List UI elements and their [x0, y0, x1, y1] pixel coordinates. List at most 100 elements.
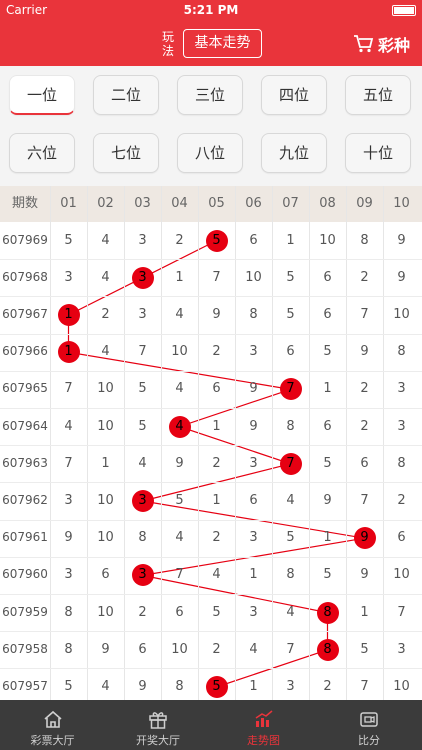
- status-time: 5:21 PM: [183, 3, 239, 17]
- table-cell: 8: [249, 307, 258, 322]
- tab-bar: 彩票大厅 开奖大厅 走势图 比分: [0, 700, 422, 750]
- hit-ball: 5: [205, 676, 228, 698]
- row-divider: [0, 259, 422, 261]
- table-cell: 4: [286, 493, 295, 508]
- table-cell: 10: [97, 493, 114, 508]
- tab-chart[interactable]: 走势图: [211, 700, 316, 750]
- table-cell: 5: [323, 567, 332, 583]
- trend-line: [67, 240, 365, 688]
- table-cell: 9: [397, 232, 406, 248]
- table-cell: 7: [138, 344, 147, 360]
- table-cell: 5: [286, 530, 295, 546]
- row-divider: [0, 482, 422, 484]
- basic-trend-button[interactable]: 基本走势: [183, 29, 262, 58]
- position-button-4[interactable]: 四位: [261, 75, 327, 115]
- issue-number: 607963: [2, 455, 48, 470]
- table-cell: 8: [286, 567, 295, 583]
- table-cell: 5: [138, 418, 147, 434]
- issue-number: 607959: [2, 604, 48, 619]
- lottery-type-button[interactable]: 彩种: [353, 32, 410, 56]
- table-cell: 10: [319, 232, 336, 248]
- position-button-5[interactable]: 五位: [345, 75, 411, 115]
- position-button-3[interactable]: 三位: [177, 75, 243, 115]
- hit-ball: 3: [131, 490, 154, 512]
- battery-icon: [392, 5, 416, 16]
- hit-ball: 1: [57, 304, 80, 326]
- table-cell: 8: [286, 418, 295, 434]
- table-cell: 2: [101, 307, 110, 322]
- table-cell: 8: [360, 232, 369, 248]
- tab-gift[interactable]: 开奖大厅: [106, 700, 211, 750]
- table-cell: 4: [101, 344, 110, 360]
- position-button-9[interactable]: 九位: [261, 133, 327, 173]
- table-cell: 4: [175, 307, 184, 322]
- table-cell: 7: [360, 679, 369, 694]
- table-cell: 7: [212, 269, 221, 285]
- table-cell: 3: [397, 641, 406, 657]
- position-selector: 一位 二位 三位 四位 五位六位 七位 八位 九位 十位: [0, 66, 422, 186]
- row-divider: [0, 519, 422, 521]
- hit-ball: 3: [131, 266, 154, 289]
- table-cell: 6: [249, 232, 258, 248]
- play-mode-button[interactable]: 玩法: [161, 30, 175, 58]
- table-cell: 6: [175, 604, 184, 620]
- position-button-7[interactable]: 七位: [93, 133, 159, 173]
- table-cell: 1: [323, 381, 332, 397]
- table-cell: 6: [323, 307, 332, 322]
- table-cell: 3: [138, 307, 147, 322]
- table-cell: 1: [249, 679, 258, 694]
- score-icon: [360, 712, 378, 727]
- table-cell: 9: [212, 307, 221, 322]
- position-button-10[interactable]: 十位: [345, 133, 411, 173]
- table-cell: 1: [101, 455, 110, 471]
- status-bar: Carrier 5:21 PM: [0, 0, 422, 20]
- table-cell: 10: [171, 344, 188, 360]
- table-cell: 6: [323, 269, 332, 285]
- table-cell: 6: [360, 455, 369, 471]
- trend-table: 期数 01 02 03 04 05 06 07 08 09 10 607969 5 4 3 2 5 6 1 10 8…: [0, 186, 422, 700]
- table-cell: 10: [393, 307, 410, 322]
- table-cell: 6: [323, 418, 332, 434]
- table-cell: 3: [397, 418, 406, 434]
- hit-ball: 9: [353, 527, 376, 550]
- table-cell: 5: [360, 641, 369, 657]
- issue-number: 607966: [2, 344, 48, 359]
- table-cell: 7: [360, 307, 369, 322]
- position-button-1[interactable]: 一位: [9, 75, 75, 115]
- table-cell: 4: [212, 567, 221, 583]
- table-cell: 9: [360, 567, 369, 583]
- table-cell: 5: [323, 344, 332, 360]
- column-divider: [346, 186, 347, 700]
- table-cell: 10: [97, 381, 114, 397]
- table-cell: 1: [175, 269, 184, 285]
- column-divider: [161, 186, 162, 700]
- tab-home[interactable]: 彩票大厅: [0, 700, 105, 750]
- issue-number: 607965: [2, 381, 48, 396]
- hit-ball: 7: [279, 378, 302, 401]
- table-cell: 4: [101, 679, 110, 694]
- column-divider: [309, 186, 310, 700]
- issue-number: 607962: [2, 493, 48, 507]
- table-cell: 6: [101, 567, 110, 583]
- table-cell: 1: [286, 232, 295, 248]
- table-cell: 2: [212, 641, 221, 657]
- hit-ball: 7: [279, 452, 302, 475]
- hit-ball: 4: [168, 415, 191, 438]
- row-divider: [0, 408, 422, 409]
- table-cell: 5: [64, 679, 73, 694]
- column-divider: [198, 186, 199, 700]
- position-button-6[interactable]: 六位: [9, 133, 75, 173]
- column-divider: [272, 186, 273, 700]
- table-cell: 6: [212, 381, 221, 397]
- table-cell: 4: [101, 269, 110, 285]
- tab-score[interactable]: 比分: [317, 700, 422, 750]
- table-cell: 5: [286, 269, 295, 285]
- table-cell: 2: [323, 679, 332, 694]
- position-button-2[interactable]: 二位: [93, 75, 159, 115]
- table-cell: 6: [138, 641, 147, 657]
- tab-label: 开奖大厅: [136, 734, 180, 747]
- table-cell: 10: [97, 418, 114, 434]
- position-button-8[interactable]: 八位: [177, 133, 243, 173]
- table-cell: 1: [212, 493, 221, 508]
- table-cell: 3: [397, 381, 406, 397]
